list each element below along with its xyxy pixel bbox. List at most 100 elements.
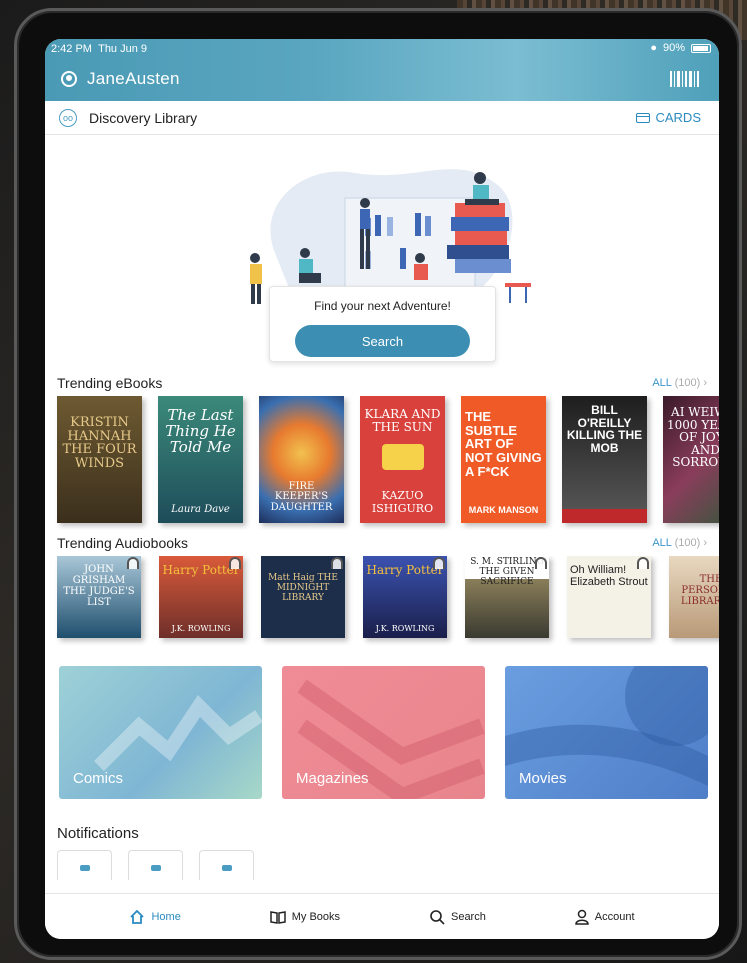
ebook-cover[interactable]: KLARA AND THE SUN KAZUO ISHIGURO — [360, 396, 445, 523]
audiobook-cover[interactable]: THE PERSONAL LIBRARIAN — [669, 556, 719, 638]
wifi-icon: ● — [650, 42, 657, 54]
audiobooks-shelf: JOHN GRISHAM THE JUDGE'S LIST Harry Pott… — [45, 556, 719, 646]
ebook-title: KLARA AND THE SUN — [364, 407, 441, 434]
home-icon — [130, 909, 145, 924]
ebook-author: MARK MANSON — [468, 505, 539, 515]
ebook-cover[interactable]: The Last Thing He Told Me Laura Dave — [158, 396, 243, 523]
audiobooks-title: Trending Audiobooks — [57, 535, 189, 551]
tab-my-books[interactable]: My Books — [270, 910, 340, 924]
ebook-title: The Last Thing He Told Me — [165, 406, 236, 456]
ebook-cover[interactable]: THE SUBTLE ART OF NOT GIVING A F*CK MARK… — [461, 396, 546, 523]
audiobook-cover[interactable]: Matt Haig THE MIDNIGHT LIBRARY — [261, 556, 345, 638]
notifications-row — [45, 850, 719, 880]
ebooks-all-count: (100) — [674, 377, 701, 389]
cards-label: CARDS — [655, 110, 701, 125]
notification-card[interactable] — [57, 850, 112, 880]
headphones-icon — [331, 557, 343, 569]
status-time-text: 2:42 PM — [51, 43, 92, 55]
library-name: Discovery Library — [89, 109, 198, 126]
audiobook-cover[interactable]: JOHN GRISHAM THE JUDGE'S LIST — [57, 556, 141, 638]
search-card: Find your next Adventure! Search — [269, 286, 496, 362]
library-bar: oo Discovery Library CARDS — [45, 101, 719, 135]
audiobooks-all-count: (100) — [674, 537, 701, 549]
audiobook-author: J.K. ROWLING — [375, 624, 435, 633]
headphones-icon — [637, 557, 649, 569]
search-icon — [430, 909, 445, 925]
battery-percent: 90% — [662, 42, 685, 54]
ebooks-all-label: ALL — [652, 377, 672, 389]
ebook-title: BILL O'REILLY KILLING THE MOB — [566, 403, 643, 455]
comics-tile[interactable]: Comics — [59, 666, 262, 799]
ebooks-shelf: KRISTIN HANNAH THE FOUR WINDS The Last T… — [45, 396, 719, 530]
audiobooks-all-label: ALL — [652, 537, 672, 549]
user-circle-icon — [61, 71, 77, 87]
magazines-tile[interactable]: Magazines — [282, 666, 485, 799]
notifications-title: Notifications — [57, 825, 139, 842]
ebooks-title: Trending eBooks — [57, 375, 163, 391]
tab-label: Home — [151, 910, 181, 923]
tablet-frame: 2:42 PM Thu Jun 9 ● 90% JaneAusten oo Di… — [14, 8, 742, 960]
movies-tile[interactable]: Movies — [505, 666, 708, 799]
user-account-button[interactable]: JaneAusten — [61, 69, 180, 89]
hero-section: Find your next Adventure! Search — [45, 135, 719, 370]
audiobook-cover[interactable]: Harry Potter J.K. ROWLING — [159, 556, 243, 638]
glasses-icon: oo — [59, 108, 77, 127]
headphones-icon — [535, 557, 547, 569]
ebook-author: KAZUO ISHIGURO — [371, 489, 434, 515]
app-header: 2:42 PM Thu Jun 9 ● 90% JaneAusten — [45, 39, 719, 101]
audiobooks-section-header: Trending Audiobooks ALL (100) › — [45, 530, 719, 556]
ebook-cover[interactable]: KRISTIN HANNAH THE FOUR WINDS — [57, 396, 142, 523]
ebook-cover[interactable]: AI WEIWEI 1000 YEARS OF JOYS AND SORROWS — [663, 396, 719, 523]
app-screen: 2:42 PM Thu Jun 9 ● 90% JaneAusten oo Di… — [45, 39, 719, 939]
audiobook-cover[interactable]: Harry Potter J.K. ROWLING — [363, 556, 447, 638]
audiobook-cover[interactable]: Oh William! Elizabeth Strout — [567, 556, 651, 638]
audiobook-title: JOHN GRISHAM THE JUDGE'S LIST — [63, 564, 135, 608]
audiobook-cover[interactable]: S. M. STIRLING THE GIVEN SACRIFICE — [465, 556, 549, 638]
chevron-right-icon: › — [703, 537, 707, 549]
tile-label: Magazines — [296, 770, 369, 787]
headphones-icon — [433, 557, 445, 569]
account-icon — [575, 909, 589, 925]
ebook-title: KRISTIN HANNAH THE FOUR WINDS — [62, 415, 137, 471]
category-tiles: Comics Magazines Movies — [45, 666, 719, 799]
headphones-icon — [229, 557, 241, 569]
cover-band — [562, 509, 647, 523]
tab-search[interactable]: Search — [429, 909, 486, 925]
tab-label: My Books — [291, 910, 341, 923]
headphones-icon — [127, 557, 139, 569]
bottom-tab-bar: Home My Books Search Account — [45, 893, 719, 939]
ebooks-section-header: Trending eBooks ALL (100) › — [45, 370, 719, 396]
notification-card[interactable] — [128, 850, 183, 880]
ebook-title: AI WEIWEI 1000 YEARS OF JOYS AND SORROWS — [667, 405, 719, 470]
status-time: 2:42 PM Thu Jun 9 — [51, 43, 147, 55]
audiobooks-all-link[interactable]: ALL (100) › — [652, 537, 707, 549]
ebook-author: Laura Dave — [171, 504, 230, 515]
username: JaneAusten — [87, 69, 180, 88]
battery-icon — [691, 43, 711, 53]
ebook-title: FIRE KEEPER'S DAUGHTER — [270, 480, 333, 513]
tab-home[interactable]: Home — [129, 909, 181, 924]
ebook-cover[interactable]: BILL O'REILLY KILLING THE MOB — [562, 396, 647, 523]
tile-label: Comics — [73, 770, 124, 787]
status-indicators: ● 90% — [650, 42, 711, 54]
ebooks-all-link[interactable]: ALL (100) › — [652, 377, 707, 389]
notification-card[interactable] — [199, 850, 254, 880]
hero-search-button[interactable]: Search — [295, 325, 470, 357]
tab-label: Search — [450, 910, 486, 923]
ebook-cover[interactable]: FIRE KEEPER'S DAUGHTER — [259, 396, 344, 523]
cards-button[interactable]: CARDS — [636, 110, 701, 125]
chevron-right-icon: › — [703, 377, 707, 389]
audiobook-title: THE PERSONAL LIBRARIAN — [680, 574, 719, 607]
tile-label: Movies — [519, 770, 567, 787]
audiobook-title: Matt Haig THE MIDNIGHT LIBRARY — [268, 573, 338, 603]
barcode-icon[interactable] — [670, 71, 699, 87]
hero-tagline: Find your next Adventure! — [314, 299, 451, 313]
audiobook-author: J.K. ROWLING — [171, 624, 231, 633]
card-icon — [636, 112, 651, 123]
hand-illustration — [382, 444, 424, 470]
tab-label: Account — [594, 910, 635, 923]
book-icon — [270, 910, 286, 924]
status-date-text: Thu Jun 9 — [98, 43, 148, 55]
ebook-title: THE SUBTLE ART OF NOT GIVING A F*CK — [465, 409, 542, 479]
tab-account[interactable]: Account — [575, 909, 635, 925]
